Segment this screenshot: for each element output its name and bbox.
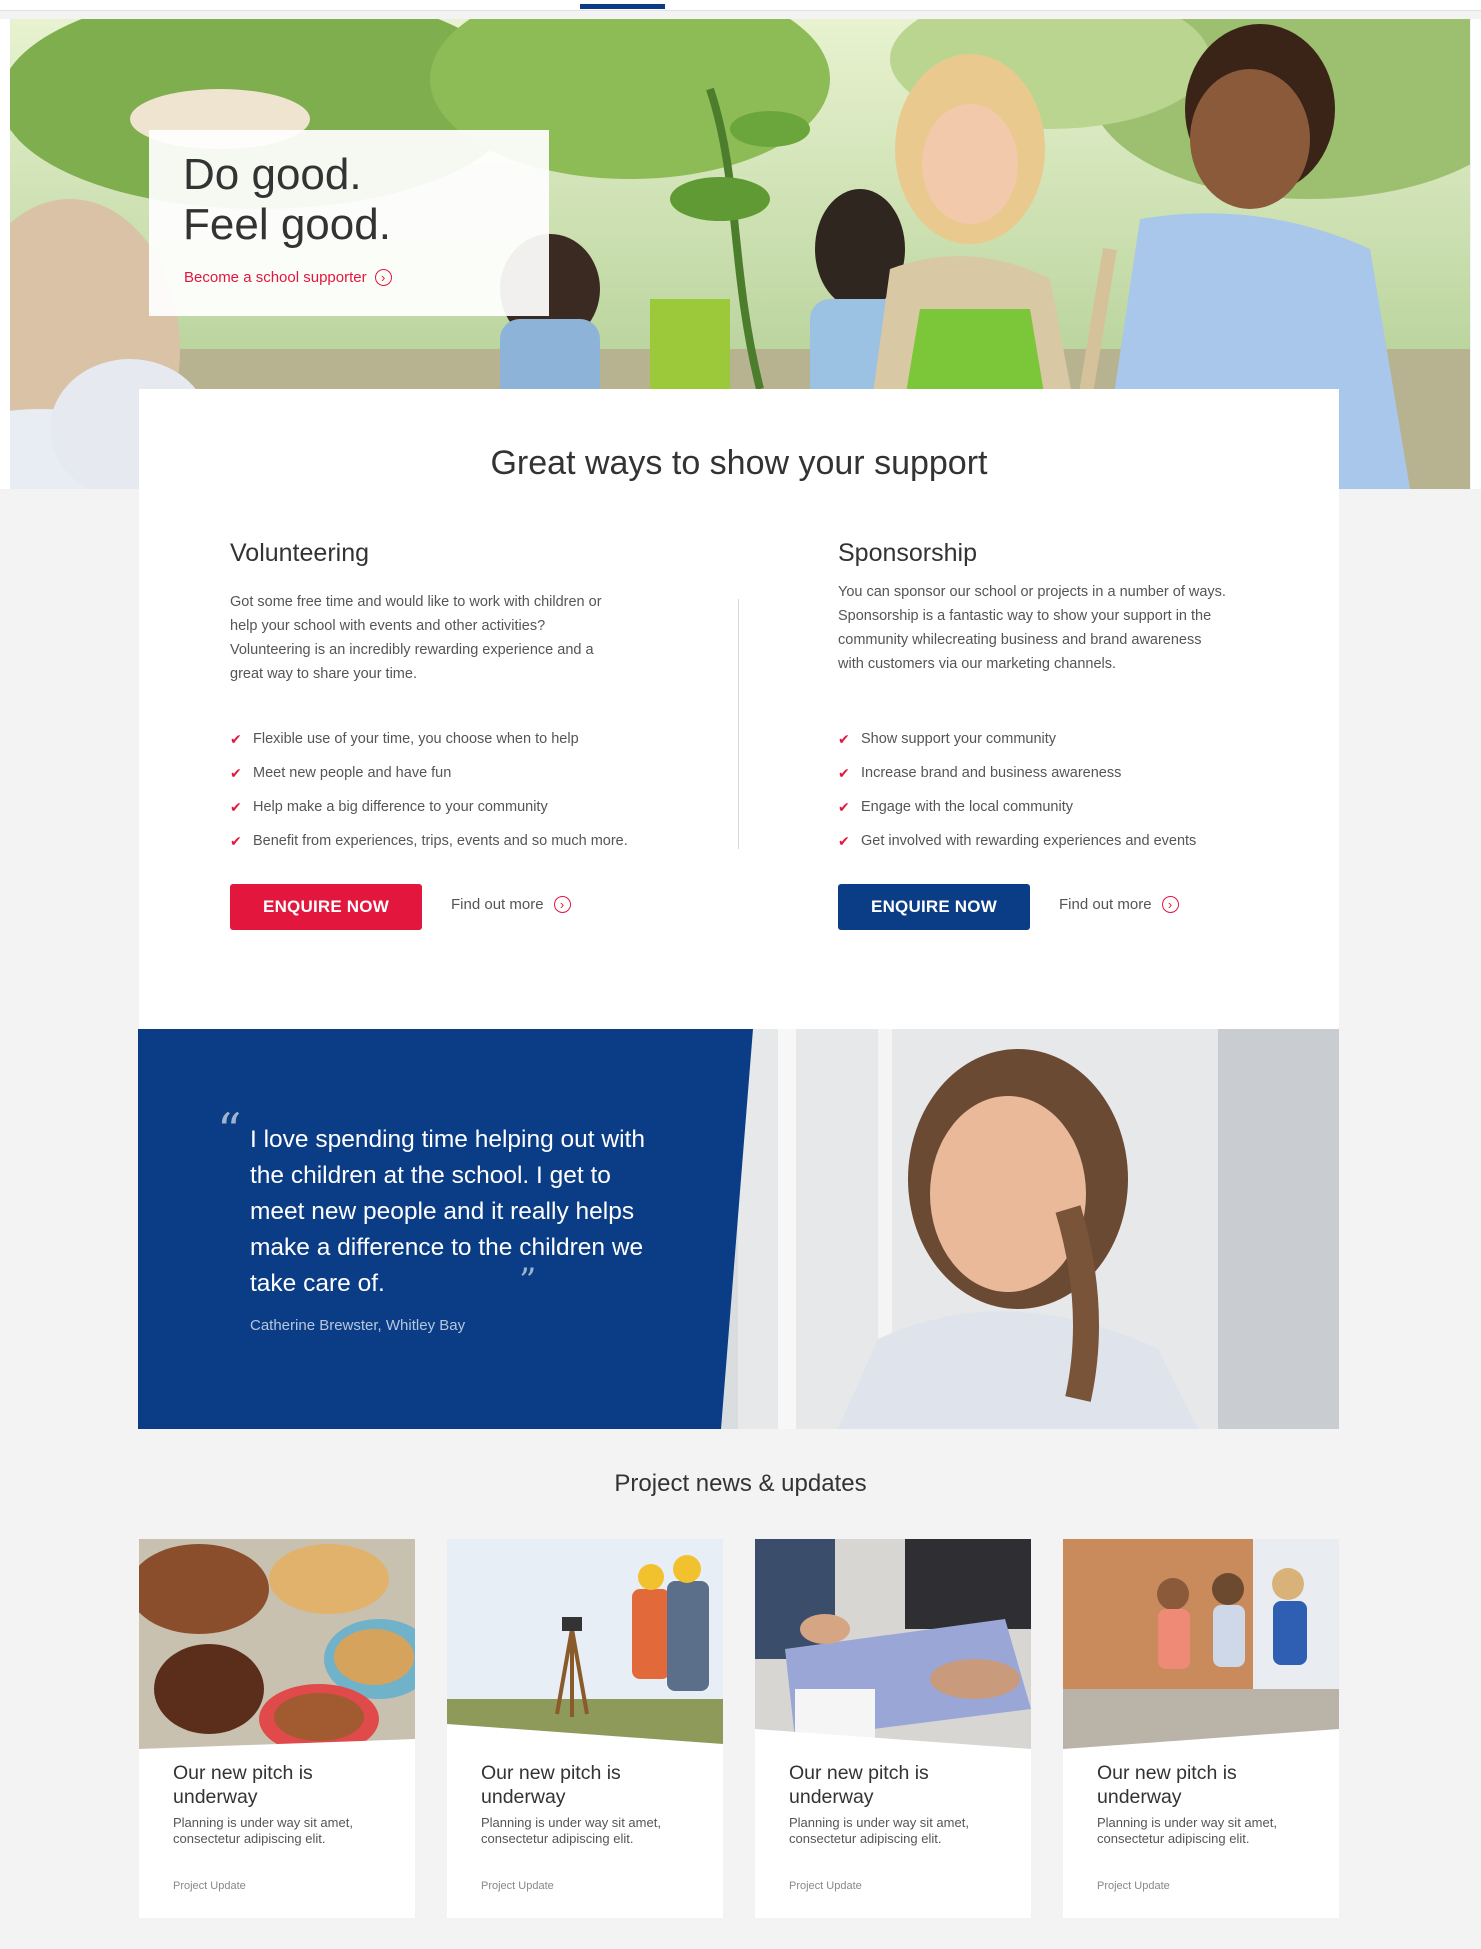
- volunteering-text: Got some free time and would like to wor…: [230, 594, 602, 682]
- news-card-tag: Project Update: [789, 1880, 862, 1892]
- news-card-text: Planning is under way sit amet, consecte…: [481, 1815, 661, 1846]
- volunteering-enquire-button[interactable]: ENQUIRE NOW: [230, 884, 422, 930]
- news-card-tag: Project Update: [173, 1880, 246, 1892]
- check-icon: ✔: [230, 764, 242, 781]
- check-icon: ✔: [838, 764, 850, 781]
- check-icon: ✔: [838, 730, 850, 747]
- news-card-tag: Project Update: [481, 1880, 554, 1892]
- news-card-tag: Project Update: [1097, 1880, 1170, 1892]
- hero-frame-right: [1471, 19, 1481, 489]
- chevron-right-circle-icon: ›: [374, 269, 392, 286]
- check-icon: ✔: [838, 832, 850, 849]
- list-item: ✔ Meet new people and have fun: [230, 756, 650, 790]
- sponsorship-heading: Sponsorship: [838, 539, 977, 567]
- sponsorship-benefits-list: ✔ Show support your community ✔ Increase b…: [838, 722, 1258, 858]
- volunteering-benefits-list: ✔ Flexible use of your time, you choose w…: [230, 722, 650, 858]
- news-card-2[interactable]: Our new pitch is underway Planning is un…: [447, 1539, 723, 1918]
- find-out-more-label: Find out more: [1059, 896, 1152, 913]
- list-item: ✔ Engage with the local community: [838, 790, 1258, 824]
- check-icon: ✔: [230, 798, 242, 815]
- become-supporter-label: Become a school supporter: [184, 269, 367, 286]
- volunteering-find-out-more-link[interactable]: Find out more ›: [451, 896, 571, 913]
- testimonial-quote: I love spending time helping out with th…: [250, 1126, 645, 1297]
- testimonial-section: “ I love spending time helping out with …: [138, 1029, 1339, 1429]
- news-card-1[interactable]: Our new pitch is underway Planning is un…: [139, 1539, 415, 1918]
- benefit-text: Show support your community: [861, 731, 1057, 747]
- list-item: ✔ Benefit from experiences, trips, events…: [230, 824, 650, 858]
- benefit-text: Help make a big difference to your commu…: [253, 799, 548, 815]
- support-title: Great ways to show your support: [490, 444, 988, 482]
- benefit-text: Meet new people and have fun: [253, 765, 452, 781]
- chevron-right-circle-icon: ›: [1161, 896, 1179, 913]
- check-icon: ✔: [838, 798, 850, 815]
- list-item: ✔ Increase brand and business awareness: [838, 756, 1258, 790]
- column-divider: [738, 599, 739, 849]
- benefit-text: Increase brand and business awareness: [861, 765, 1122, 781]
- list-item: ✔ Help make a big difference to your comm…: [230, 790, 650, 824]
- news-image-surveyors: [447, 1539, 723, 1749]
- benefit-text: Flexible use of your time, you choose wh…: [253, 731, 579, 747]
- testimonial-author: Catherine Brewster, Whitley Bay: [250, 1317, 466, 1334]
- news-card-text: Planning is under way sit amet, consecte…: [1097, 1815, 1277, 1846]
- news-section-title: Project news & updates: [614, 1470, 867, 1497]
- check-icon: ✔: [230, 832, 242, 849]
- news-card-text: Planning is under way sit amet, consecte…: [789, 1815, 969, 1846]
- list-item: ✔ Get involved with rewarding experiences…: [838, 824, 1258, 858]
- benefit-text: Benefit from experiences, trips, events …: [253, 833, 628, 849]
- support-section: Great ways to show your support Voluntee…: [139, 389, 1339, 1029]
- news-card-heading: Our new pitch is underway: [481, 1762, 621, 1808]
- news-card-heading: Our new pitch is underway: [173, 1762, 313, 1808]
- become-supporter-link[interactable]: Become a school supporter ›: [184, 269, 392, 286]
- news-image-blueprints: [755, 1539, 1031, 1749]
- check-icon: ✔: [230, 730, 242, 747]
- list-item: ✔ Show support your community: [838, 722, 1258, 756]
- hero-title: Do good. Feel good.: [183, 150, 391, 250]
- active-nav-indicator: [580, 4, 665, 9]
- volunteering-column: Volunteering Got some free time and woul…: [230, 539, 628, 849]
- sponsorship-text: You can sponsor our school or projects i…: [838, 584, 1226, 672]
- sponsorship-enquire-button[interactable]: ENQUIRE NOW: [838, 884, 1030, 930]
- sponsorship-column: Sponsorship You can sponsor our school o…: [838, 539, 1228, 849]
- news-image-baked-goods: [139, 1539, 415, 1749]
- benefit-text: Get involved with rewarding experiences …: [861, 833, 1197, 849]
- news-card-4[interactable]: Our new pitch is underway Planning is un…: [1063, 1539, 1339, 1918]
- hero-title-line1: Do good.: [183, 150, 362, 199]
- news-card-text: Planning is under way sit amet, consecte…: [173, 1815, 353, 1846]
- hero-frame-left: [0, 19, 10, 489]
- volunteering-heading: Volunteering: [230, 539, 370, 567]
- news-image-running-kids: [1063, 1539, 1339, 1749]
- hero-card: Do good. Feel good. Become a school suppo…: [149, 130, 549, 316]
- news-card-heading: Our new pitch is underway: [789, 1762, 929, 1808]
- benefit-text: Engage with the local community: [861, 799, 1073, 815]
- close-quote-icon: ”: [519, 1261, 537, 1301]
- top-nav-bar: [0, 0, 1481, 11]
- find-out-more-label: Find out more: [451, 896, 544, 913]
- open-quote-icon: “: [217, 1103, 242, 1159]
- news-card-3[interactable]: Our new pitch is underway Planning is un…: [755, 1539, 1031, 1918]
- sponsorship-find-out-more-link[interactable]: Find out more ›: [1059, 896, 1179, 913]
- hero-title-line2: Feel good.: [183, 200, 391, 249]
- list-item: ✔ Flexible use of your time, you choose w…: [230, 722, 650, 756]
- chevron-right-circle-icon: ›: [553, 896, 571, 913]
- news-card-heading: Our new pitch is underway: [1097, 1762, 1237, 1808]
